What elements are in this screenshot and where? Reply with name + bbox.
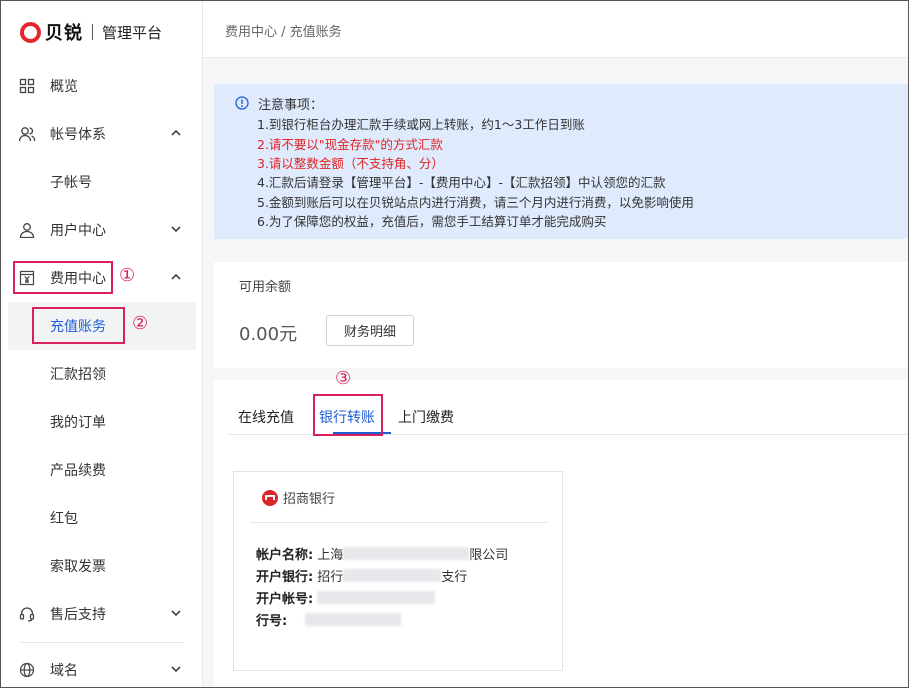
notice-line-warning: 3.请以整数金额（不支持角、分） <box>257 156 444 171</box>
users-icon <box>18 125 36 143</box>
sidebar-item-label: 产品续费 <box>50 463 106 479</box>
chevron-down-icon <box>170 607 184 621</box>
sidebar-item-label: 我的订单 <box>50 415 106 431</box>
main-content: 费用中心 / 充值账务 注意事项： 1.到银行柜台办理汇款手续或网上转账，约1～… <box>203 0 909 688</box>
sidebar-item-remittance-claim[interactable]: 汇款招领 <box>0 350 203 398</box>
chevron-down-icon <box>170 223 184 237</box>
sidebar-item-label: 汇款招领 <box>50 367 106 383</box>
logo-ring-icon <box>20 21 41 43</box>
annotation-box-2 <box>32 307 125 344</box>
notice-line: 5.金额到账后可以在贝锐站点内进行消费，请三个月内进行消费，以免影响使用 <box>257 195 694 210</box>
account-name-label: 帐户名称: <box>256 548 314 563</box>
sidebar-item-label: 红包 <box>50 511 78 527</box>
annotation-marker-2: ② <box>132 313 149 334</box>
bank-branch-prefix: 招行 <box>317 570 344 585</box>
bank-name: 招商银行 <box>283 492 336 507</box>
sidebar-item-label: 售后支持 <box>50 607 106 623</box>
annotation-box-1 <box>13 261 113 294</box>
account-name-prefix: 上海 <box>317 548 344 563</box>
sidebar: 贝锐 管理平台 概览 帐号体系 子帐号 用户中心 费用中心 充值账务 汇款招领 … <box>0 0 203 688</box>
annotation-marker-1: ① <box>119 265 136 286</box>
notice-title: 注意事项： <box>258 98 324 113</box>
annotation-marker-3: ③ <box>335 368 352 389</box>
row-number-label: 行号: <box>256 614 288 629</box>
user-icon <box>18 221 36 239</box>
notice-line: 4.汇款后请登录【管理平台】-【费用中心】-【汇款招领】中认领您的汇款 <box>257 175 666 190</box>
balance-label: 可用余额 <box>239 280 292 295</box>
bank-header: 招商银行 <box>262 488 335 507</box>
chevron-up-icon <box>170 127 184 141</box>
sidebar-item-overview[interactable]: 概览 <box>0 62 203 110</box>
headset-icon <box>18 605 36 623</box>
redacted-text <box>343 569 442 582</box>
sidebar-item-label: 域名 <box>50 663 78 679</box>
bank-card: 招商银行 帐户名称: 上海 限公司 开户银行: 招行 支行 开户帐号: 行号: <box>233 471 563 671</box>
sidebar-item-domain[interactable]: 域名 <box>0 646 203 688</box>
notice-line: 6.为了保障您的权益，充值后，需您手工结算订单才能完成购买 <box>257 214 607 229</box>
breadcrumb: 费用中心 / 充值账务 <box>225 25 342 40</box>
logo-separator <box>92 24 93 40</box>
header: 费用中心 / 充值账务 <box>203 0 909 58</box>
logo[interactable]: 贝锐 管理平台 <box>20 18 162 46</box>
account-name-row: 帐户名称: 上海 限公司 <box>256 544 508 563</box>
sidebar-item-my-orders[interactable]: 我的订单 <box>0 398 203 446</box>
logo-subtitle: 管理平台 <box>102 23 163 42</box>
sidebar-item-user-center[interactable]: 用户中心 <box>0 206 203 254</box>
sidebar-item-label: 概览 <box>50 79 78 95</box>
sidebar-divider <box>20 642 183 643</box>
card-divider <box>250 522 548 523</box>
account-number-label: 开户帐号: <box>256 592 314 607</box>
chevron-up-icon <box>170 271 184 285</box>
row-number-row: 行号: <box>256 610 402 629</box>
recharge-panel: 在线充值 银行转账 上门缴费 ③ 招商银行 帐户名称: 上海 限公司 开户银行:… <box>214 368 909 688</box>
sidebar-item-request-invoice[interactable]: 索取发票 <box>0 542 203 590</box>
sidebar-item-after-sales[interactable]: 售后支持 <box>0 590 203 638</box>
chevron-down-icon <box>170 663 184 677</box>
sidebar-item-label: 索取发票 <box>50 559 106 575</box>
info-icon <box>235 96 249 110</box>
bank-branch-label: 开户银行: <box>256 570 314 585</box>
financial-details-button[interactable]: 财务明细 <box>326 315 414 346</box>
bank-branch-row: 开户银行: 招行 支行 <box>256 566 467 585</box>
sidebar-item-red-packet[interactable]: 红包 <box>0 494 203 542</box>
redacted-text <box>343 547 470 560</box>
globe-icon <box>18 661 36 679</box>
redacted-text <box>305 613 402 626</box>
redacted-text <box>317 591 436 604</box>
annotation-box-3 <box>313 394 383 436</box>
sidebar-item-account-system[interactable]: 帐号体系 <box>0 110 203 158</box>
account-number-row: 开户帐号: <box>256 588 436 607</box>
notice-panel: 注意事项： 1.到银行柜台办理汇款手续或网上转账，约1～3工作日到账 2.请不要… <box>214 84 909 239</box>
sidebar-item-label: 用户中心 <box>50 223 106 239</box>
sidebar-item-product-renewal[interactable]: 产品续费 <box>0 446 203 494</box>
cmb-bank-logo-icon <box>262 489 278 506</box>
sidebar-item-sub-account[interactable]: 子帐号 <box>0 158 203 206</box>
grid-icon <box>18 77 36 95</box>
balance-value: 0.00元 <box>239 324 298 345</box>
sidebar-item-label: 帐号体系 <box>50 127 106 143</box>
notice-line: 1.到银行柜台办理汇款手续或网上转账，约1～3工作日到账 <box>257 117 585 132</box>
tab-online-recharge[interactable]: 在线充值 <box>238 407 294 427</box>
sidebar-item-label: 子帐号 <box>50 175 92 191</box>
balance-panel: 可用余额 0.00元 财务明细 <box>214 262 909 368</box>
account-name-suffix: 限公司 <box>469 548 509 563</box>
tab-onsite-payment[interactable]: 上门缴费 <box>398 407 454 427</box>
bank-branch-suffix: 支行 <box>441 570 468 585</box>
logo-brand: 贝锐 <box>45 23 83 44</box>
notice-line-warning: 2.请不要以"现金存款"的方式汇款 <box>257 137 443 152</box>
